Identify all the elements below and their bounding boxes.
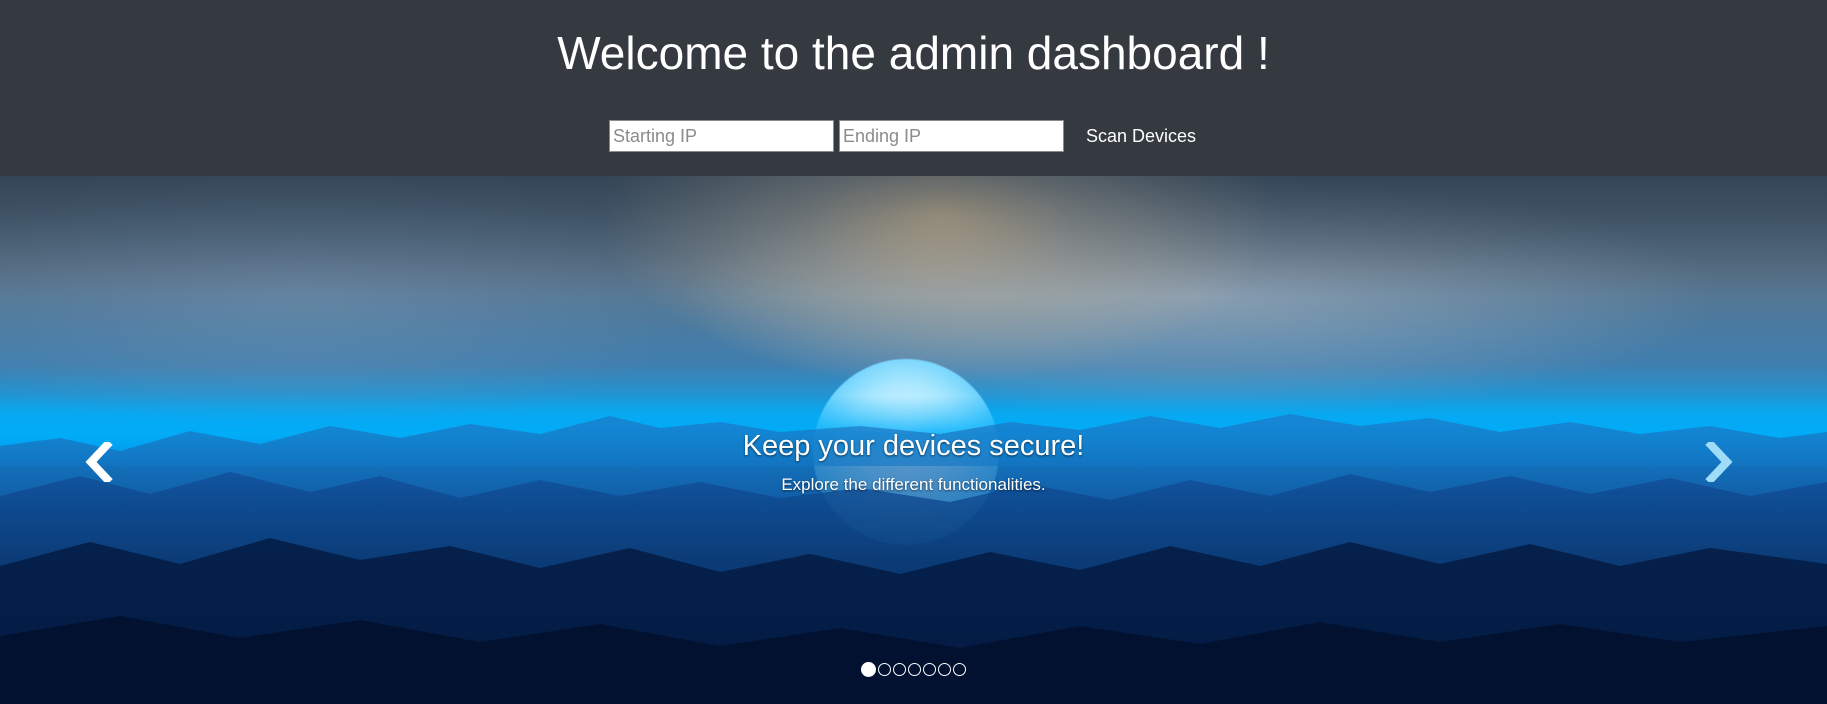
scan-form: Scan Devices [609,120,1206,152]
starting-ip-input[interactable] [609,120,834,152]
carousel-next-button[interactable] [1690,432,1750,492]
slide-subtitle: Explore the different functionalities. [781,475,1046,494]
ending-ip-input[interactable] [839,120,1064,152]
scan-devices-button[interactable]: Scan Devices [1076,122,1206,151]
carousel-indicator-dot[interactable] [861,662,876,677]
carousel-indicator-dot[interactable] [893,663,906,676]
page-title: Welcome to the admin dashboard ! [557,27,1270,79]
carousel-indicator-dot[interactable] [878,663,891,676]
carousel-indicator-dot[interactable] [938,663,951,676]
header: Welcome to the admin dashboard ! Scan De… [0,0,1827,176]
carousel-indicator-dot[interactable] [923,663,936,676]
chevron-right-icon [1705,442,1733,482]
carousel-indicator-dot[interactable] [908,663,921,676]
carousel-caption: Keep your devices secure! Explore the di… [0,428,1827,496]
carousel-indicators [0,662,1827,677]
carousel-indicator-dot[interactable] [953,663,966,676]
carousel: Keep your devices secure! Explore the di… [0,176,1827,704]
slide-title: Keep your devices secure! [742,430,1085,462]
